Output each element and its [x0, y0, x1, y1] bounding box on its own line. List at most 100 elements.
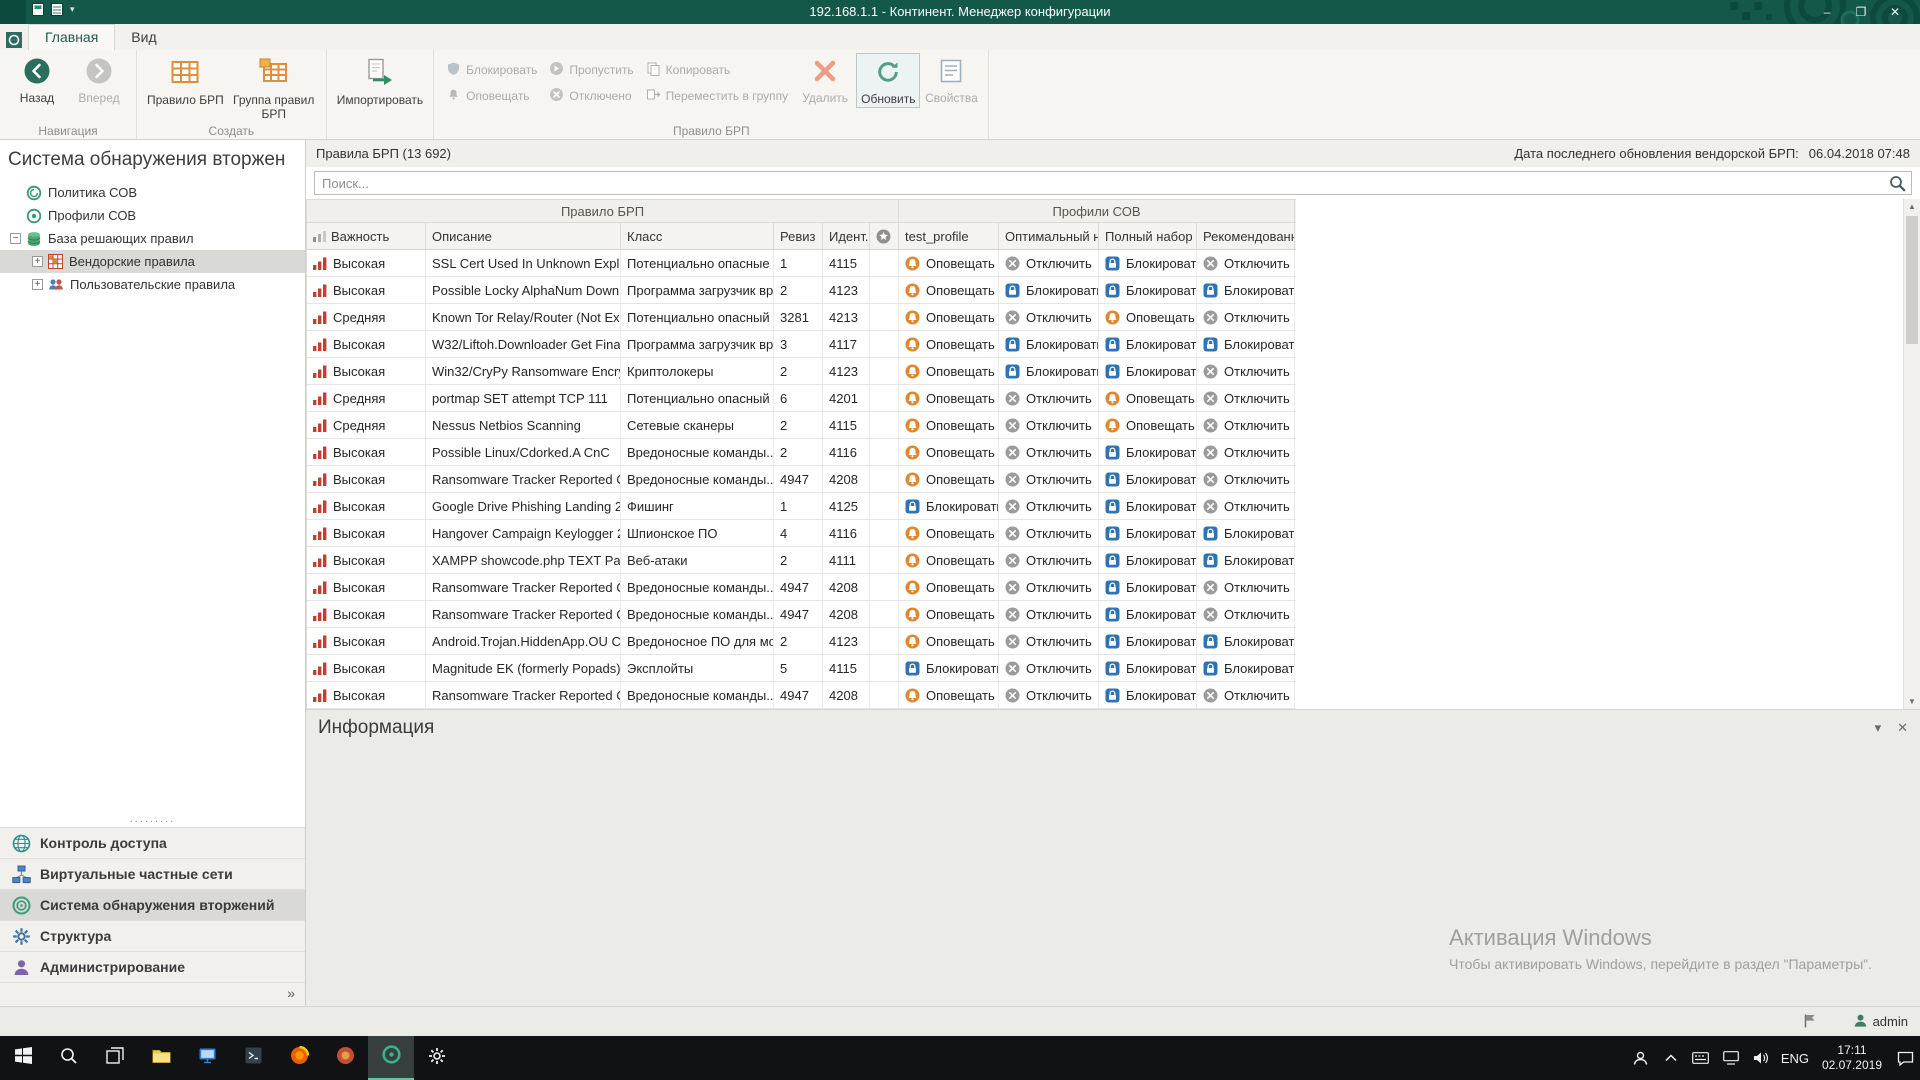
profile-action-cell[interactable]: Блокировать [899, 655, 999, 681]
profile-action-cell[interactable]: Блокировать [1099, 439, 1197, 465]
profile-action-cell[interactable]: Оповещать [1099, 412, 1197, 438]
column-header[interactable]: Идент... [823, 223, 870, 249]
disable-rule-button[interactable]: Отключено [549, 87, 633, 105]
profile-action-cell[interactable]: Оповещать [899, 547, 999, 573]
app-blue-button[interactable] [184, 1036, 230, 1080]
profile-action-cell[interactable]: Отключить [1197, 439, 1295, 465]
profile-action-cell[interactable]: Оповещать [899, 277, 999, 303]
profile-action-cell[interactable]: Оповещать [899, 385, 999, 411]
back-button[interactable]: Назад [6, 53, 68, 106]
table-row[interactable]: ВысокаяSSL Cert Used In Unknown Exploit … [307, 250, 1296, 277]
column-header[interactable]: Оптимальный н... [999, 223, 1099, 249]
table-row[interactable]: ВысокаяGoogle Drive Phishing Landing 201… [307, 493, 1296, 520]
profile-action-cell[interactable]: Блокировать [1099, 601, 1197, 627]
taskbar-search-button[interactable] [46, 1036, 92, 1080]
profile-action-cell[interactable]: Блокировать [1099, 655, 1197, 681]
profile-action-cell[interactable]: Блокировать [1099, 250, 1197, 276]
nav-options-chevron[interactable]: » [0, 982, 305, 1006]
profile-action-cell[interactable]: Блокировать [1099, 466, 1197, 492]
profile-action-cell[interactable]: Оповещать [899, 331, 999, 357]
language-indicator[interactable]: ENG [1776, 1036, 1814, 1080]
table-row[interactable]: ВысокаяRansomware Tracker Reported CnC .… [307, 682, 1296, 709]
expand-icon[interactable]: + [32, 256, 43, 267]
table-row[interactable]: ВысокаяHangover Campaign Keylogger 2 che… [307, 520, 1296, 547]
profile-action-cell[interactable]: Оповещать [899, 412, 999, 438]
profile-action-cell[interactable]: Блокировать [1197, 628, 1295, 654]
search-input[interactable] [315, 176, 1889, 191]
sidebar-nav-item[interactable]: Контроль доступа [0, 827, 305, 858]
network-icon[interactable] [1716, 1036, 1746, 1080]
flag-icon[interactable] [1803, 1013, 1817, 1031]
table-row[interactable]: ВысокаяMagnitude EK (formerly Popads) Ot… [307, 655, 1296, 682]
profile-action-cell[interactable]: Отключить [999, 520, 1099, 546]
tree-item[interactable]: −База решающих правил [0, 227, 305, 250]
profile-action-cell[interactable]: Отключить [1197, 385, 1295, 411]
file-explorer-button[interactable] [138, 1036, 184, 1080]
profile-action-cell[interactable]: Блокировать [1099, 574, 1197, 600]
sidebar-nav-item[interactable]: Структура [0, 920, 305, 951]
tray-expand-icon[interactable] [1656, 1036, 1686, 1080]
table-row[interactable]: ВысокаяW32/Liftoh.Downloader Get Final P… [307, 331, 1296, 358]
profile-action-cell[interactable]: Отключить [999, 412, 1099, 438]
table-row[interactable]: СредняяNessus Netbios ScanningСетевые ск… [307, 412, 1296, 439]
tab-view[interactable]: Вид [115, 25, 172, 50]
profile-action-cell[interactable]: Отключить [1197, 601, 1295, 627]
profile-action-cell[interactable]: Отключить [999, 385, 1099, 411]
sidebar-nav-item[interactable]: Администрирование [0, 951, 305, 982]
search-icon[interactable] [1889, 175, 1906, 192]
create-rule-group-button[interactable]: Группа правил БРП [228, 53, 320, 121]
touch-keyboard-icon[interactable] [1686, 1036, 1716, 1080]
start-button[interactable] [0, 1036, 46, 1080]
profile-action-cell[interactable]: Оповещать [899, 466, 999, 492]
create-rule-button[interactable]: Правило БРП [143, 53, 228, 108]
profile-action-cell[interactable]: Блокировать [999, 358, 1099, 384]
copy-button[interactable]: Копировать [646, 61, 788, 79]
maximize-button[interactable]: ❐ [1844, 0, 1878, 24]
firefox-button[interactable] [276, 1036, 322, 1080]
profile-action-cell[interactable]: Блокировать [999, 277, 1099, 303]
profile-action-cell[interactable]: Отключить [1197, 304, 1295, 330]
table-row[interactable]: ВысокаяWin32/CryPy Ransomware Encryptin.… [307, 358, 1296, 385]
profile-action-cell[interactable]: Отключить [999, 601, 1099, 627]
vertical-scrollbar[interactable]: ▲ ▼ [1903, 199, 1920, 709]
taskbar-clock[interactable]: 17:11 02.07.2019 [1814, 1036, 1890, 1080]
profile-action-cell[interactable]: Оповещать [899, 250, 999, 276]
profile-action-cell[interactable]: Блокировать [1197, 520, 1295, 546]
expand-icon[interactable]: + [32, 279, 43, 290]
column-header[interactable]: Важность [307, 223, 426, 249]
action-center-icon[interactable] [1890, 1036, 1920, 1080]
notify-rule-button[interactable]: Оповещать [446, 87, 537, 105]
table-row[interactable]: ВысокаяPossible Linux/Cdorked.A CnCВредо… [307, 439, 1296, 466]
splitter-grip[interactable]: ......... [0, 814, 305, 827]
column-header[interactable]: Описание [426, 223, 621, 249]
collapse-icon[interactable]: − [10, 233, 21, 244]
table-row[interactable]: ВысокаяAndroid.Trojan.HiddenApp.OU Check… [307, 628, 1296, 655]
scroll-up-icon[interactable]: ▲ [1908, 199, 1916, 214]
app-menu-button[interactable] [6, 32, 22, 48]
move-to-group-button[interactable]: Переместить в группу [646, 87, 788, 105]
qat-button-1[interactable] [32, 3, 46, 16]
close-button[interactable]: ✕ [1878, 0, 1912, 24]
skip-rule-button[interactable]: Пропустить [549, 61, 633, 79]
continent-app-button[interactable] [368, 1036, 414, 1080]
table-row[interactable]: ВысокаяRansomware Tracker Reported CnC .… [307, 466, 1296, 493]
scroll-track[interactable] [1904, 214, 1920, 694]
profile-action-cell[interactable]: Блокировать [1197, 331, 1295, 357]
block-rule-button[interactable]: Блокировать [446, 61, 537, 79]
profile-action-cell[interactable]: Отключить [999, 304, 1099, 330]
profile-action-cell[interactable]: Блокировать [1099, 628, 1197, 654]
profile-action-cell[interactable]: Оповещать [1099, 304, 1197, 330]
profile-action-cell[interactable]: Блокировать [899, 493, 999, 519]
column-header[interactable]: test_profile [899, 223, 999, 249]
profile-action-cell[interactable]: Отключить [1197, 412, 1295, 438]
profile-action-cell[interactable]: Отключить [999, 466, 1099, 492]
profile-action-cell[interactable]: Оповещать [1099, 385, 1197, 411]
profile-action-cell[interactable]: Отключить [1197, 358, 1295, 384]
qat-dropdown-icon[interactable]: ▾ [70, 4, 75, 15]
refresh-button[interactable]: Обновить [856, 53, 920, 108]
profile-action-cell[interactable]: Блокировать [1099, 547, 1197, 573]
table-row[interactable]: Средняяportmap SET attempt TCP 111Потенц… [307, 385, 1296, 412]
profile-action-cell[interactable]: Оповещать [899, 574, 999, 600]
tab-home[interactable]: Главная [28, 24, 115, 50]
sidebar-nav-item[interactable]: Система обнаружения вторжений [0, 889, 305, 920]
